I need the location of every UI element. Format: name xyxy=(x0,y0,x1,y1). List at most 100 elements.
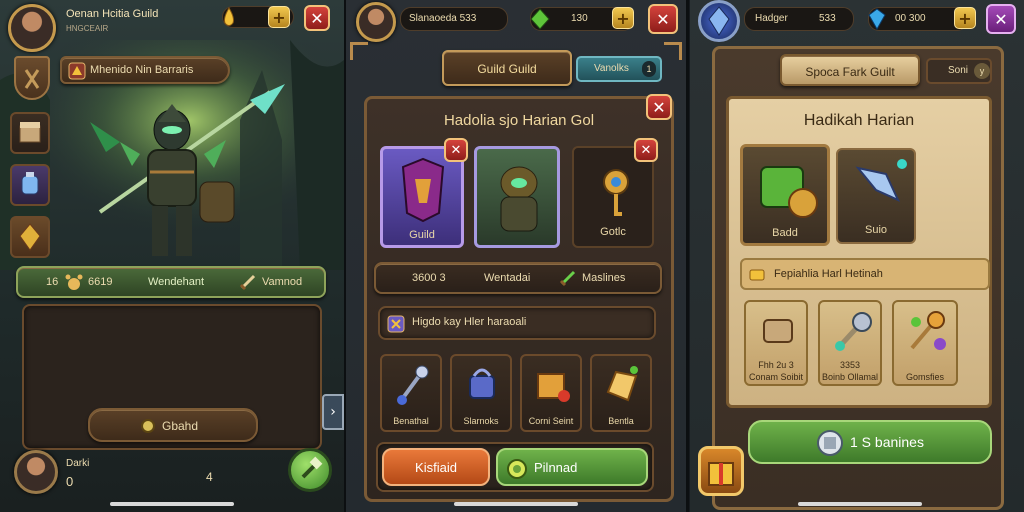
close-button[interactable]: ✕ xyxy=(986,4,1016,34)
chevron-right-icon: › xyxy=(330,404,336,420)
guild-shield-button[interactable] xyxy=(14,56,50,100)
player-avatar[interactable] xyxy=(698,0,740,42)
inventory-slot-crystal[interactable] xyxy=(10,216,50,258)
gift-box-icon xyxy=(708,462,734,486)
guard-button[interactable]: Gbahd xyxy=(88,408,258,442)
tab-vendors[interactable]: Vanolks 1 xyxy=(576,56,662,82)
tab-guild-gift-label: Spoca Fark Guilt xyxy=(805,65,895,79)
guild-daily-gift-panel: Hadger 533 00 300 + ✕ Spoca Fark Guilt S… xyxy=(690,0,1024,512)
tab-guild-gift[interactable]: Spoca Fark Guilt xyxy=(780,54,920,86)
sword-icon xyxy=(239,274,256,291)
green-sword-icon xyxy=(559,270,576,287)
daily-guild-panel: Slanaoeda 533 130 + ✕ Guild Guild Vanolk… xyxy=(346,0,686,512)
gold-drop-icon xyxy=(224,7,234,26)
close-icon: ✕ xyxy=(656,9,670,29)
bottom-counter: 4 xyxy=(206,470,213,484)
gift-item-label: Boinb Ollamal xyxy=(821,372,879,382)
remove-card-button[interactable]: ✕ xyxy=(634,138,658,162)
close-icon: ✕ xyxy=(994,9,1008,29)
add-gem-button[interactable]: + xyxy=(612,7,634,29)
lock-icon xyxy=(469,368,495,399)
player-name: Slanaoeda 533 xyxy=(409,13,477,24)
shield-icon xyxy=(387,315,405,333)
guard-button-label: Gbahd xyxy=(162,419,199,433)
item-slot[interactable]: Benathal xyxy=(380,354,442,432)
reward-info-value: 3600 3 xyxy=(412,272,446,284)
home-indicator xyxy=(454,502,578,506)
gift-card-label: Badd xyxy=(772,227,798,239)
hero-power-value: 6619 xyxy=(88,276,113,288)
guild-hero-panel: Oenan Hcitia Guild HNGCEAIR + ✕ Mhenido … xyxy=(0,0,344,512)
potion-icon xyxy=(21,172,39,195)
gift-item-value: Fhh 2u 3 xyxy=(758,360,794,370)
tab-side-badge: y xyxy=(974,63,990,79)
player-avatar[interactable] xyxy=(8,4,56,52)
inventory-slot-chest[interactable] xyxy=(10,112,50,154)
close-icon: ✕ xyxy=(450,142,462,158)
frame-corner xyxy=(664,42,682,60)
cancel-button[interactable]: Kisfiaid xyxy=(382,448,490,486)
reward-banner: Higdo kay Hler haraoali xyxy=(378,306,656,340)
claim-button[interactable]: 1 S banines xyxy=(748,420,992,464)
player-value: 533 xyxy=(819,13,836,24)
green-chest-icon xyxy=(760,166,818,218)
reward-card-label: Guild xyxy=(409,229,435,241)
paw-icon xyxy=(65,274,83,290)
hero-reward-label: Vamnod xyxy=(262,276,303,288)
close-button[interactable]: ✕ xyxy=(304,5,330,31)
reward-info-name: Wentadai xyxy=(484,272,531,284)
action-hammer-button[interactable] xyxy=(288,448,332,492)
plus-icon: + xyxy=(272,7,286,27)
inventory-slot-potion[interactable] xyxy=(10,164,50,206)
hero-level: 16 xyxy=(46,276,59,288)
hero-stats-bar: 16 6619 Wendehant Vamnod xyxy=(16,266,326,298)
guild-banner-label: Mhenido Nin Barraris xyxy=(90,64,194,76)
close-button[interactable]: ✕ xyxy=(648,4,678,34)
scroll-icon xyxy=(606,366,638,402)
gift-card-crystal[interactable]: Suio xyxy=(836,148,916,244)
gem-value: 00 300 xyxy=(895,13,926,24)
player-subtitle: HNGCEAIR xyxy=(66,24,109,33)
gift-item-slot[interactable]: Gomsfies xyxy=(892,300,958,386)
crystal-sword-icon xyxy=(855,159,907,203)
bottom-player-avatar[interactable] xyxy=(14,450,58,494)
claim-button-label: 1 S banines xyxy=(850,434,924,450)
tab-guild[interactable]: Guild Guild xyxy=(442,50,572,86)
tab-side[interactable]: Soni y xyxy=(926,58,992,84)
reward-card-hero[interactable] xyxy=(474,146,560,248)
gold-bar-icon xyxy=(749,269,765,281)
panel-divider xyxy=(686,0,689,512)
item-slot[interactable]: Slarnoks xyxy=(450,354,512,432)
gift-item-label: Conam Soibit xyxy=(748,372,804,382)
blue-crystal-icon xyxy=(708,6,730,36)
reward-info-tag: Maslines xyxy=(582,272,626,284)
tab-vendors-count: 1 xyxy=(642,61,656,77)
item-label: Benathal xyxy=(393,416,429,426)
player-name-pill: Slanaoeda 533 xyxy=(400,7,508,31)
remove-card-button[interactable]: ✕ xyxy=(444,138,468,162)
home-indicator xyxy=(110,502,234,506)
gift-banner: Fepiahlia Harl Hetinah xyxy=(740,258,990,290)
gift-box-button[interactable] xyxy=(698,446,744,496)
plan-button[interactable]: Pilnnad xyxy=(496,448,648,486)
guild-banner[interactable]: Mhenido Nin Barraris xyxy=(60,56,230,84)
gift-item-slot[interactable]: 3353 Boinb Ollamal xyxy=(818,300,882,386)
crystal-icon xyxy=(19,223,41,251)
item-slot[interactable]: Corni Seint xyxy=(520,354,582,432)
tab-side-label: Soni xyxy=(948,65,969,76)
item-label: Slarnoks xyxy=(463,416,499,426)
add-gold-button[interactable]: + xyxy=(268,6,290,28)
reward-info-bar: 3600 3 Wentadai Maslines xyxy=(374,262,662,294)
gift-banner-label: Fepiahlia Harl Hetinah xyxy=(774,268,883,280)
gift-card-label: Suio xyxy=(864,224,888,236)
bottom-player-name: Darki xyxy=(66,458,90,469)
gift-card-chest[interactable]: Badd xyxy=(740,144,830,246)
add-gem-button[interactable]: + xyxy=(954,7,976,29)
mace-icon xyxy=(835,312,872,351)
gift-item-slot[interactable]: Fhh 2u 3 Conam Soibit xyxy=(744,300,808,386)
player-avatar[interactable] xyxy=(356,2,396,42)
next-page-button[interactable]: › xyxy=(322,394,344,430)
item-slot[interactable]: Bentla xyxy=(590,354,652,432)
gem-currency-pill: 00 300 xyxy=(868,7,968,31)
shield-icon xyxy=(24,69,40,89)
